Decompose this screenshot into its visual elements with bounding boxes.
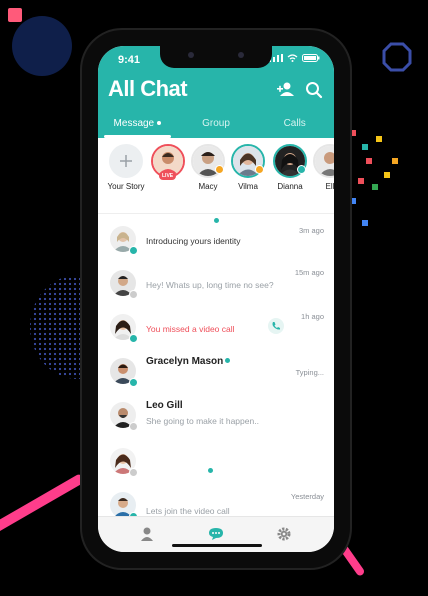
stories-row: Your Story LIVE Macy Vilma Dianna Ell — [98, 144, 334, 206]
tab-group-label: Group — [202, 118, 230, 129]
chat-icon[interactable] — [207, 525, 225, 543]
decor-pink-square — [8, 8, 22, 22]
home-indicator — [172, 544, 262, 547]
story-ring — [191, 144, 225, 178]
status-dot — [255, 165, 264, 174]
story-ell[interactable]: Ell — [308, 144, 334, 191]
story-name: Dianna — [277, 182, 303, 191]
status-icons — [269, 54, 320, 62]
story-name: Macy — [198, 182, 218, 191]
phone-notch — [160, 46, 272, 68]
chat-row[interactable]: You missed a video call 1h ago — [98, 308, 334, 348]
story-ring — [313, 144, 334, 178]
story-name: Ell — [325, 182, 334, 191]
status-dot — [129, 246, 138, 255]
wifi-icon — [287, 54, 298, 62]
chat-time: Yesterday — [290, 492, 324, 501]
status-dot — [297, 165, 306, 174]
story-ring: LIVE — [151, 144, 185, 180]
story-dianna[interactable]: Dianna — [268, 144, 312, 191]
decor-pink-stripe-left — [0, 473, 86, 537]
story-live[interactable]: LIVE — [146, 144, 190, 182]
chat-row[interactable]: Hey! Whats up, long time no see? 15m ago — [98, 264, 334, 304]
chat-time: 15m ago — [294, 268, 324, 277]
decor-octagon-outline — [382, 42, 412, 72]
decor-navy-circle — [12, 16, 72, 76]
status-time: 9:41 — [118, 54, 141, 66]
tab-bar: Message Group Calls — [98, 114, 334, 138]
divider — [98, 213, 334, 214]
chat-status: Typing... — [295, 368, 324, 377]
tab-message[interactable]: Message — [98, 114, 177, 138]
camera-icon — [188, 52, 194, 58]
status-dot — [129, 468, 138, 477]
tab-calls-label: Calls — [283, 118, 306, 129]
chat-row[interactable]: Gracelyn Mason Typing... — [98, 352, 334, 392]
online-dot — [225, 358, 230, 363]
phone-frame: 9:41 All Chat Message Group Calls Your S… — [82, 30, 350, 568]
search-icon[interactable] — [304, 80, 324, 100]
status-dot — [129, 334, 138, 343]
chat-message: Introducing yours identity — [146, 236, 241, 246]
add-contact-icon[interactable] — [276, 80, 296, 100]
status-dot — [129, 422, 138, 431]
sensor-icon — [238, 52, 244, 58]
plus-icon — [120, 155, 132, 167]
profile-icon[interactable] — [138, 525, 156, 543]
chat-row[interactable] — [98, 442, 334, 482]
story-add[interactable]: Your Story — [104, 144, 148, 191]
status-dot — [129, 378, 138, 387]
chat-message: You missed a video call — [146, 324, 235, 334]
avatar — [315, 146, 334, 176]
story-name: Your Story — [107, 182, 145, 191]
story-macy[interactable]: Macy — [186, 144, 230, 191]
story-ring — [273, 144, 307, 178]
tab-active-dot — [157, 121, 162, 126]
tab-group[interactable]: Group — [177, 114, 256, 138]
chat-name: Gracelyn Mason — [146, 356, 224, 367]
battery-icon — [302, 54, 320, 62]
chat-time: 3m ago — [298, 226, 324, 235]
chat-row[interactable]: Introducing yours identity 3m ago — [98, 220, 334, 260]
story-vilma[interactable]: Vilma — [226, 144, 270, 191]
chat-name: Leo Gill — [146, 400, 183, 411]
status-dot — [129, 290, 138, 299]
story-ring — [231, 144, 265, 178]
app-screen: 9:41 All Chat Message Group Calls Your S… — [98, 46, 334, 552]
status-dot — [215, 165, 224, 174]
live-badge: LIVE — [159, 172, 177, 180]
chat-time: 1h ago — [301, 312, 324, 321]
chat-row[interactable]: Leo Gill She going to make it happen.. — [98, 396, 334, 436]
phone-icon[interactable] — [268, 318, 284, 334]
settings-icon[interactable] — [275, 525, 293, 543]
tab-message-label: Message — [113, 118, 155, 129]
chat-message: Hey! Whats up, long time no see? — [146, 280, 274, 290]
chat-message: Lets join the video call — [146, 506, 230, 516]
tab-calls[interactable]: Calls — [255, 114, 334, 138]
chat-message: She going to make it happen.. — [146, 416, 259, 426]
page-title: All Chat — [108, 76, 188, 101]
add-story-button[interactable] — [109, 144, 143, 178]
story-name: Vilma — [238, 182, 258, 191]
